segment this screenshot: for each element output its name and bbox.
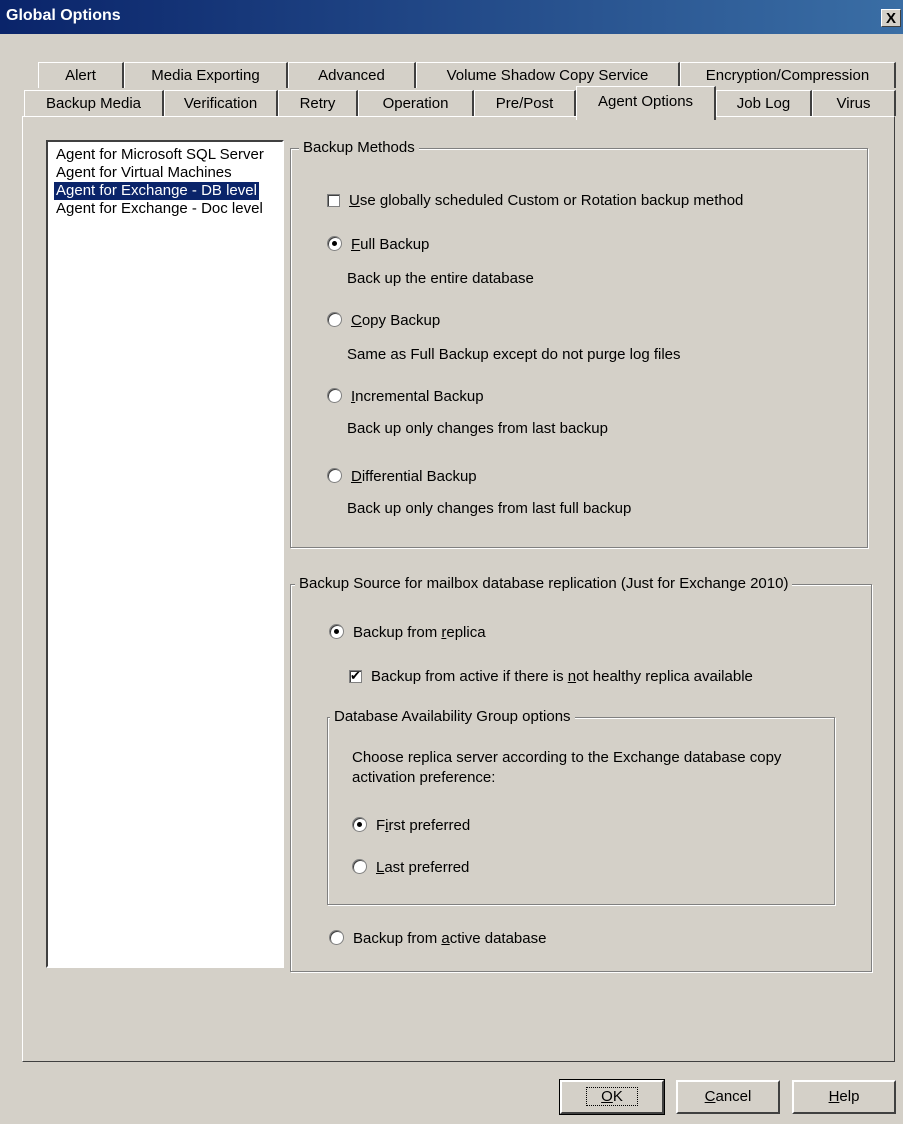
- list-item[interactable]: Agent for Exchange - Doc level: [54, 200, 265, 218]
- radio-selected[interactable]: [329, 624, 344, 639]
- tab-retry[interactable]: Retry: [278, 90, 358, 116]
- backup-source-legend: Backup Source for mailbox database repli…: [295, 574, 793, 594]
- tab-media-exporting[interactable]: Media Exporting: [124, 62, 288, 88]
- ok-button-label: OK: [586, 1087, 638, 1106]
- title-bar: Global Options X: [0, 0, 903, 34]
- tab-row-2: Backup Media Verification Retry Operatio…: [0, 86, 903, 120]
- backup-methods-legend: Backup Methods: [299, 138, 419, 158]
- use-global-method-checkbox[interactable]: Use globally scheduled Custom or Rotatio…: [327, 191, 743, 211]
- tab-agent-options[interactable]: Agent Options: [576, 86, 716, 120]
- tab-virus[interactable]: Virus: [812, 90, 896, 116]
- tab-row-1: Alert Media Exporting Advanced Volume Sh…: [0, 62, 903, 90]
- help-button-label: Help: [828, 1088, 860, 1105]
- radio-selected[interactable]: [327, 236, 342, 251]
- backup-methods-group: Backup Methods Use globally scheduled Cu…: [290, 138, 868, 548]
- radio-selected[interactable]: [352, 817, 367, 832]
- radio[interactable]: [352, 859, 367, 874]
- list-item[interactable]: Agent for Virtual Machines: [54, 164, 234, 182]
- checkbox-checked[interactable]: [349, 667, 362, 685]
- incremental-backup-radio[interactable]: Incremental Backup: [327, 387, 484, 407]
- full-backup-desc: Back up the entire database: [347, 270, 534, 287]
- backup-from-replica-radio[interactable]: Backup from replica: [329, 623, 486, 643]
- radio[interactable]: [327, 468, 342, 483]
- cancel-button[interactable]: Cancel: [676, 1080, 780, 1114]
- close-button[interactable]: X: [881, 9, 901, 27]
- agent-list[interactable]: Agent for Microsoft SQL Server Agent for…: [46, 140, 284, 968]
- backup-from-active-db-radio[interactable]: Backup from active database: [329, 929, 546, 949]
- tab-encryption-compression[interactable]: Encryption/Compression: [680, 62, 896, 88]
- list-item[interactable]: Agent for Microsoft SQL Server: [54, 146, 266, 164]
- tab-volume-shadow-copy[interactable]: Volume Shadow Copy Service: [416, 62, 680, 88]
- copy-backup-radio[interactable]: Copy Backup: [327, 311, 440, 331]
- radio[interactable]: [327, 312, 342, 327]
- dag-options-legend: Database Availability Group options: [330, 707, 575, 727]
- tab-job-log[interactable]: Job Log: [716, 90, 812, 116]
- radio[interactable]: [329, 930, 344, 945]
- radio[interactable]: [327, 388, 342, 403]
- ok-button[interactable]: OK: [559, 1079, 665, 1115]
- backup-source-group: Backup Source for mailbox database repli…: [290, 574, 872, 972]
- tab-operation[interactable]: Operation: [358, 90, 474, 116]
- dag-options-group: Database Availability Group options Choo…: [327, 707, 835, 905]
- tab-pre-post[interactable]: Pre/Post: [474, 90, 576, 116]
- copy-backup-desc: Same as Full Backup except do not purge …: [347, 346, 681, 363]
- tab-alert[interactable]: Alert: [38, 62, 124, 88]
- dag-desc-line1: Choose replica server according to the E…: [352, 749, 782, 766]
- cancel-button-label: Cancel: [704, 1088, 752, 1105]
- list-item-selected[interactable]: Agent for Exchange - DB level: [53, 181, 260, 201]
- backup-from-active-fallback-checkbox[interactable]: Backup from active if there is not healt…: [349, 667, 753, 687]
- first-preferred-radio[interactable]: First preferred: [352, 816, 470, 836]
- tab-backup-media[interactable]: Backup Media: [24, 90, 164, 116]
- tab-advanced[interactable]: Advanced: [288, 62, 416, 88]
- close-icon: X: [885, 10, 896, 27]
- differential-backup-radio[interactable]: Differential Backup: [327, 467, 477, 487]
- checkbox-box[interactable]: [327, 194, 340, 207]
- full-backup-radio[interactable]: Full Backup: [327, 235, 429, 255]
- help-button[interactable]: Help: [792, 1080, 896, 1114]
- last-preferred-radio[interactable]: Last preferred: [352, 858, 469, 878]
- dag-desc-line2: activation preference:: [352, 769, 496, 786]
- tab-verification[interactable]: Verification: [164, 90, 278, 116]
- differential-backup-desc: Back up only changes from last full back…: [347, 500, 632, 517]
- window-title: Global Options: [6, 7, 121, 24]
- incremental-backup-desc: Back up only changes from last backup: [347, 420, 608, 437]
